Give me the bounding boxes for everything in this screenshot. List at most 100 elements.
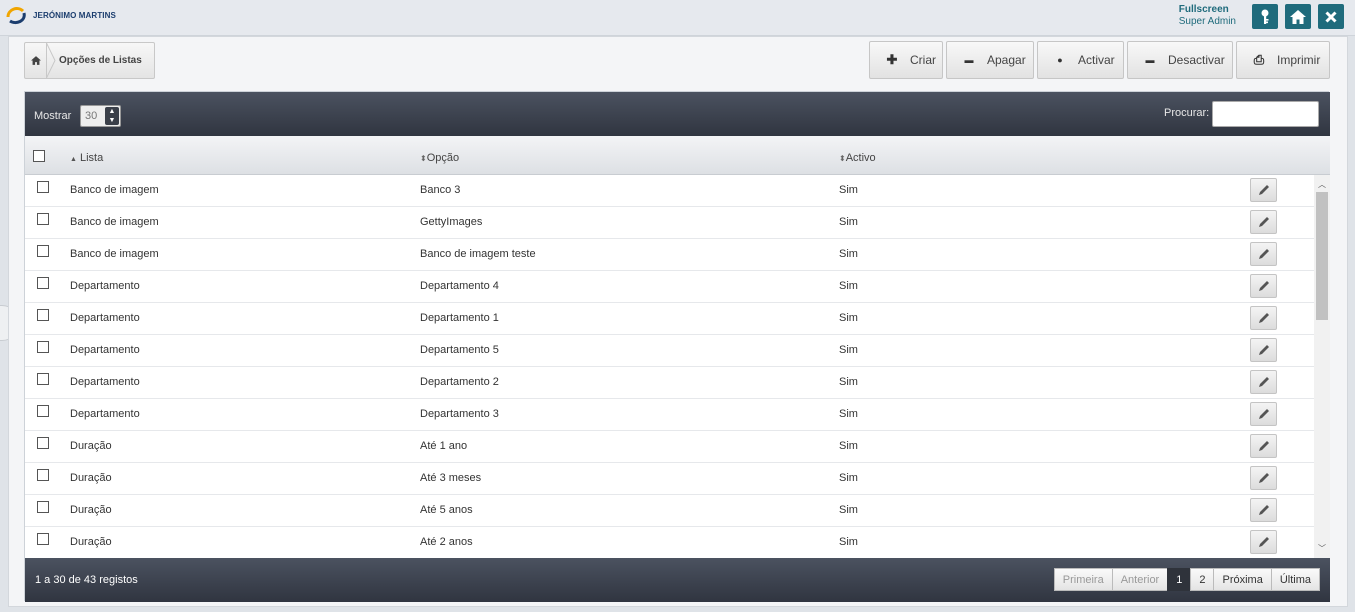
table-row[interactable]: Duração Até 1 ano Sim <box>25 431 1314 463</box>
cell-opcao: Departamento 4 <box>420 280 499 292</box>
row-checkbox[interactable] <box>37 213 49 225</box>
close-button[interactable] <box>1318 4 1344 29</box>
table-row[interactable]: Banco de imagem Banco 3 Sim <box>25 175 1314 207</box>
logo-text: JERÓNIMO MARTINS <box>33 10 116 20</box>
cell-opcao: Departamento 2 <box>420 376 499 388</box>
row-checkbox[interactable] <box>37 533 49 545</box>
plus-icon: ✚ <box>886 52 898 67</box>
print-icon: ⎙ <box>1253 52 1265 67</box>
cell-activo: Sim <box>839 216 858 228</box>
cell-lista: Banco de imagem <box>70 216 159 228</box>
create-button[interactable]: ✚ Criar <box>869 41 943 79</box>
row-checkbox[interactable] <box>37 277 49 289</box>
activate-button[interactable]: ● Activar <box>1037 41 1124 79</box>
cell-opcao: Banco 3 <box>420 184 461 196</box>
minus-icon: ▬ <box>1145 55 1155 65</box>
table-row[interactable]: Departamento Departamento 2 Sim <box>25 367 1314 399</box>
table-row[interactable]: Departamento Departamento 3 Sim <box>25 399 1314 431</box>
table-row[interactable]: Departamento Departamento 4 Sim <box>25 271 1314 303</box>
row-checkbox[interactable] <box>37 501 49 513</box>
page-first[interactable]: Primeira <box>1053 568 1113 591</box>
print-button[interactable]: ⎙ Imprimir <box>1236 41 1330 79</box>
edit-button[interactable] <box>1250 178 1277 202</box>
edit-button[interactable] <box>1250 370 1277 394</box>
table-footer: 1 a 30 de 43 registos Primeira Anterior … <box>25 558 1330 602</box>
key-button[interactable] <box>1252 4 1278 29</box>
edit-button[interactable] <box>1250 434 1277 458</box>
cell-opcao: Banco de imagem teste <box>420 248 536 260</box>
cell-lista: Duração <box>70 504 112 516</box>
page-1[interactable]: 1 <box>1167 568 1192 591</box>
cell-activo: Sim <box>839 536 858 548</box>
pencil-icon <box>1258 313 1269 323</box>
edit-button[interactable] <box>1250 210 1277 234</box>
scroll-down-icon[interactable]: ﹀ <box>1318 543 1326 554</box>
cell-lista: Departamento <box>70 344 140 356</box>
pencil-icon <box>1258 409 1269 419</box>
chevron-up-icon[interactable]: ▲ <box>105 107 119 116</box>
stepper-arrows[interactable]: ▲ ▼ <box>105 107 119 125</box>
cell-lista: Duração <box>70 440 112 452</box>
print-label: Imprimir <box>1277 53 1321 67</box>
select-all-checkbox[interactable] <box>33 150 45 162</box>
edit-button[interactable] <box>1250 306 1277 330</box>
pagination: Primeira Anterior 1 2 Próxima Última <box>1053 568 1320 591</box>
table-row[interactable]: Departamento Departamento 1 Sim <box>25 303 1314 335</box>
page-size-stepper[interactable]: 30 ▲ ▼ <box>80 105 121 127</box>
user-block: Fullscreen Super Admin <box>1179 4 1236 27</box>
row-checkbox[interactable] <box>37 469 49 481</box>
row-checkbox[interactable] <box>37 309 49 321</box>
page-last[interactable]: Última <box>1270 568 1320 591</box>
chevron-down-icon[interactable]: ▼ <box>105 116 119 125</box>
search-input[interactable] <box>1212 101 1319 127</box>
column-header-activo[interactable]: ⬍Activo <box>839 152 876 164</box>
edit-button[interactable] <box>1250 338 1277 362</box>
table-row[interactable]: Departamento Departamento 5 Sim <box>25 335 1314 367</box>
page-next[interactable]: Próxima <box>1213 568 1272 591</box>
create-label: Criar <box>910 53 936 67</box>
table-row[interactable]: Banco de imagem Banco de imagem teste Si… <box>25 239 1314 271</box>
table-row[interactable]: Banco de imagem GettyImages Sim <box>25 207 1314 239</box>
pencil-icon <box>1258 377 1269 387</box>
delete-button[interactable]: ▬ Apagar <box>946 41 1034 79</box>
scroll-up-icon[interactable]: ︿ <box>1318 179 1326 190</box>
page-previous[interactable]: Anterior <box>1111 568 1169 591</box>
home-button[interactable] <box>1285 4 1311 29</box>
edit-button[interactable] <box>1250 274 1277 298</box>
edit-button[interactable] <box>1250 466 1277 490</box>
row-checkbox[interactable] <box>37 405 49 417</box>
table-toolbar: Mostrar 30 ▲ ▼ Procurar: <box>25 92 1330 136</box>
column-header-opcao[interactable]: ⬍Opção <box>420 152 459 164</box>
row-checkbox[interactable] <box>37 181 49 193</box>
breadcrumb-home[interactable] <box>25 43 47 78</box>
minus-icon: ▬ <box>964 55 974 65</box>
cell-opcao: Departamento 5 <box>420 344 499 356</box>
cell-activo: Sim <box>839 376 858 388</box>
table-row[interactable]: Duração Até 2 anos Sim <box>25 527 1314 558</box>
row-checkbox[interactable] <box>37 341 49 353</box>
fullscreen-link[interactable]: Fullscreen <box>1179 4 1236 15</box>
edit-button[interactable] <box>1250 530 1277 554</box>
vertical-scrollbar[interactable]: ︿ ﹀ <box>1314 175 1330 558</box>
table-body: Banco de imagem Banco 3 Sim Banco de ima… <box>25 175 1330 558</box>
page-2[interactable]: 2 <box>1190 568 1215 591</box>
row-checkbox[interactable] <box>37 437 49 449</box>
edit-button[interactable] <box>1250 242 1277 266</box>
breadcrumb: Opções de Listas <box>24 42 155 79</box>
row-checkbox[interactable] <box>37 373 49 385</box>
deactivate-button[interactable]: ▬ Desactivar <box>1127 41 1233 79</box>
table-row[interactable]: Duração Até 3 meses Sim <box>25 463 1314 495</box>
table-row[interactable]: Duração Até 5 anos Sim <box>25 495 1314 527</box>
pencil-icon <box>1258 249 1269 259</box>
column-header-lista[interactable]: ▲ Lista <box>70 152 103 164</box>
pencil-icon <box>1258 217 1269 227</box>
edit-button[interactable] <box>1250 402 1277 426</box>
row-checkbox[interactable] <box>37 245 49 257</box>
edit-button[interactable] <box>1250 498 1277 522</box>
cell-lista: Departamento <box>70 280 140 292</box>
cell-lista: Departamento <box>70 312 140 324</box>
table-panel: Mostrar 30 ▲ ▼ Procurar: ▲ Lista ⬍Opção … <box>24 91 1330 602</box>
cell-activo: Sim <box>839 504 858 516</box>
scrollbar-thumb[interactable] <box>1316 192 1328 320</box>
sort-icon: ⬍ <box>420 154 427 163</box>
